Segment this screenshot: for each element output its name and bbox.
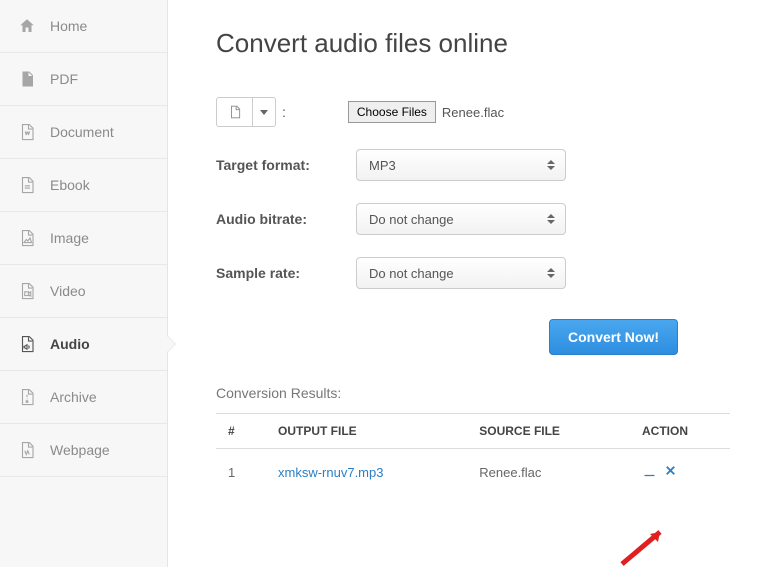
audio-bitrate-row: Audio bitrate: Do not change	[216, 203, 730, 235]
sidebar-item-label: Home	[50, 18, 87, 34]
sample-rate-label: Sample rate:	[216, 265, 356, 281]
sidebar-item-webpage[interactable]: Webpage	[0, 424, 167, 477]
webpage-file-icon	[18, 441, 36, 459]
file-source-group: :	[216, 97, 290, 127]
selected-file-name: Renee.flac	[442, 105, 504, 120]
results-table: # OUTPUT FILE SOURCE FILE ACTION 1 xmksw…	[216, 413, 730, 495]
results-title: Conversion Results:	[216, 385, 730, 401]
target-format-select[interactable]: MP3	[356, 149, 566, 181]
sidebar-item-audio[interactable]: Audio	[0, 318, 167, 371]
audio-bitrate-value: Do not change	[369, 212, 454, 227]
sample-rate-row: Sample rate: Do not change	[216, 257, 730, 289]
convert-now-button[interactable]: Convert Now!	[549, 319, 678, 355]
col-action: ACTION	[630, 414, 730, 449]
audio-bitrate-label: Audio bitrate:	[216, 211, 356, 227]
updown-icon	[547, 160, 555, 170]
document-file-icon	[18, 123, 36, 141]
file-input-row: : Choose Files Renee.flac	[216, 97, 730, 127]
pdf-file-icon	[18, 70, 36, 88]
archive-file-icon	[18, 388, 36, 406]
download-icon[interactable]	[642, 463, 657, 478]
ebook-file-icon	[18, 176, 36, 194]
sidebar-item-document[interactable]: Document	[0, 106, 167, 159]
sidebar-item-label: Ebook	[50, 177, 90, 193]
sidebar-item-label: Archive	[50, 389, 97, 405]
sidebar-item-label: Video	[50, 283, 86, 299]
updown-icon	[547, 214, 555, 224]
updown-icon	[547, 268, 555, 278]
sidebar-item-label: PDF	[50, 71, 78, 87]
sidebar-item-video[interactable]: Video	[0, 265, 167, 318]
sample-rate-select[interactable]: Do not change	[356, 257, 566, 289]
sidebar-item-pdf[interactable]: PDF	[0, 53, 167, 106]
video-file-icon	[18, 282, 36, 300]
output-file-link[interactable]: xmksw-rnuv7.mp3	[278, 465, 383, 480]
col-output: OUTPUT FILE	[266, 414, 467, 449]
main-content: Convert audio files online : Choose File…	[168, 0, 766, 567]
target-format-row: Target format: MP3	[216, 149, 730, 181]
sidebar-item-label: Image	[50, 230, 89, 246]
source-file-name: Renee.flac	[467, 449, 630, 496]
audio-bitrate-select[interactable]: Do not change	[356, 203, 566, 235]
sidebar-item-label: Audio	[50, 336, 90, 352]
choose-files-button[interactable]: Choose Files	[348, 101, 436, 123]
caret-down-icon	[260, 110, 268, 115]
audio-file-icon	[18, 335, 36, 353]
col-source: SOURCE FILE	[467, 414, 630, 449]
sidebar-item-archive[interactable]: Archive	[0, 371, 167, 424]
delete-icon[interactable]	[663, 463, 678, 478]
page-title: Convert audio files online	[216, 28, 730, 59]
home-icon	[18, 17, 36, 35]
sidebar: Home PDF Document Ebook Image Video Audi…	[0, 0, 168, 567]
col-index: #	[216, 414, 266, 449]
target-format-label: Target format:	[216, 157, 356, 173]
file-source-dropdown[interactable]	[252, 97, 276, 127]
sidebar-item-image[interactable]: Image	[0, 212, 167, 265]
target-format-value: MP3	[369, 158, 396, 173]
image-file-icon	[18, 229, 36, 247]
sample-rate-value: Do not change	[369, 266, 454, 281]
sidebar-item-label: Document	[50, 124, 114, 140]
file-source-button[interactable]	[216, 97, 252, 127]
sidebar-item-home[interactable]: Home	[0, 0, 167, 53]
table-row: 1 xmksw-rnuv7.mp3 Renee.flac	[216, 449, 730, 496]
colon: :	[282, 104, 286, 120]
row-index: 1	[216, 449, 266, 496]
sidebar-item-label: Webpage	[50, 442, 110, 458]
sidebar-item-ebook[interactable]: Ebook	[0, 159, 167, 212]
